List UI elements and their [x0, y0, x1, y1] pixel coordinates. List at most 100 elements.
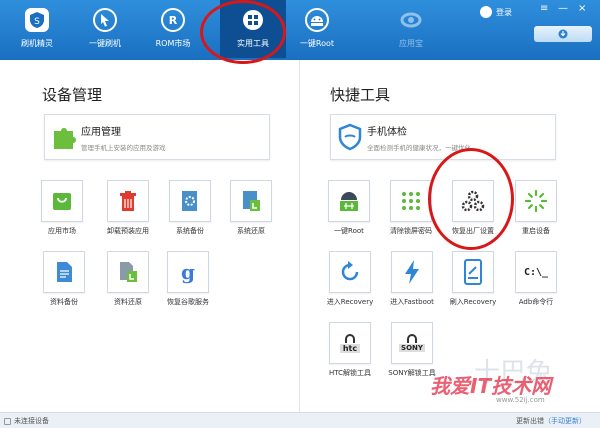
- grid-icon: [241, 8, 265, 32]
- terminal-icon: C:\_: [523, 266, 549, 278]
- android-root-icon: [340, 192, 358, 211]
- tile-system-restore[interactable]: 系统还原: [220, 180, 282, 236]
- system-backup-icon: [182, 191, 197, 211]
- status-bar: 未连接设备 更新出错（手动更新）: [0, 412, 600, 428]
- tile-label: 重启设备: [522, 227, 550, 235]
- android-icon: [305, 8, 329, 32]
- tile-label: 系统备份: [176, 227, 204, 235]
- lightning-icon: [405, 260, 419, 284]
- manual-update-link[interactable]: （手动更新）: [544, 417, 586, 425]
- nav-tab-label: 实用工具: [237, 39, 269, 48]
- device-status-text: 未连接设备: [14, 417, 49, 425]
- svg-text:g: g: [181, 260, 195, 284]
- htc-logo-icon: htc: [339, 343, 361, 353]
- document-restore-icon: [120, 262, 137, 282]
- tile-clear-lock-password[interactable]: 清除锁屏密码: [380, 180, 442, 236]
- shopping-bag-icon: [53, 193, 71, 210]
- card-subtitle: 全面检测手机的健康状况，一键优化: [367, 144, 471, 152]
- nav-tab-utilities[interactable]: 实用工具: [220, 0, 286, 58]
- tile-adb-command-line[interactable]: C:\_ Adb命令行: [505, 251, 567, 307]
- padlock-icon: [407, 334, 417, 343]
- refresh-icon: [341, 261, 359, 281]
- menu-icon[interactable]: ≡: [540, 4, 548, 14]
- nav-tab-rom-market[interactable]: R ROM市场: [140, 0, 206, 58]
- tile-enter-recovery[interactable]: 进入Recovery: [319, 251, 381, 307]
- nav-tab-shuaji-jingling[interactable]: S 刷机精灵: [4, 0, 70, 58]
- puzzle-icon: [54, 128, 76, 149]
- tile-label: 进入Recovery: [326, 298, 374, 306]
- tile-data-backup[interactable]: 资料备份: [33, 251, 95, 307]
- r-circle-icon: R: [161, 8, 185, 32]
- yingyongbao-icon: [399, 8, 423, 32]
- update-status-text: 更新出错: [516, 417, 544, 425]
- download-button[interactable]: [534, 26, 592, 42]
- phone-checkup-card[interactable]: 手机体检 全面检测手机的健康状况，一键优化: [330, 114, 556, 160]
- tile-data-restore[interactable]: 资料还原: [97, 251, 159, 307]
- tile-uninstall-preinstalled[interactable]: 卸载预装应用: [97, 180, 159, 236]
- nav-tab-yingyongbao[interactable]: 应用宝: [378, 0, 444, 58]
- section-title-device-management: 设备管理: [42, 86, 103, 104]
- tile-label: 资料备份: [50, 298, 78, 306]
- device-management-panel: [0, 60, 300, 412]
- app-management-card[interactable]: 应用管理 管理手机上安装的应用及游戏: [44, 114, 270, 160]
- tile-label: 卸载预装应用: [107, 227, 149, 235]
- tile-label: 应用市场: [48, 227, 76, 235]
- tile-label: 资料还原: [114, 298, 142, 306]
- document-icon: [57, 262, 72, 282]
- system-restore-icon: [243, 191, 260, 211]
- tile-reboot-device[interactable]: 重启设备: [505, 180, 567, 236]
- update-status: 更新出错（手动更新）: [516, 416, 586, 426]
- tile-label: 一键Root: [334, 227, 364, 235]
- tile-app-market[interactable]: 应用市场: [31, 180, 93, 236]
- card-title: 手机体检: [367, 127, 407, 138]
- tile-htc-unlock-tool[interactable]: htc HTC解锁工具: [319, 322, 381, 378]
- tile-restore-google-services[interactable]: g 恢复谷歌服务: [157, 251, 219, 307]
- tile-label: 清除锁屏密码: [390, 227, 432, 235]
- tile-label: SONY解锁工具: [388, 369, 436, 377]
- nav-tab-label: ROM市场: [155, 39, 191, 48]
- tile-flash-recovery[interactable]: 刷入Recovery: [442, 251, 504, 307]
- tile-label: 恢复出厂设置: [452, 227, 494, 235]
- nav-tab-one-click-root[interactable]: 一键Root: [284, 0, 350, 58]
- tile-label: 系统还原: [237, 227, 265, 235]
- device-status: 未连接设备: [4, 416, 49, 426]
- tile-enter-fastboot[interactable]: 进入Fastboot: [381, 251, 443, 307]
- tile-factory-reset[interactable]: 恢复出厂设置: [442, 180, 504, 236]
- user-avatar-icon: [480, 6, 492, 18]
- section-title-quick-tools: 快捷工具: [330, 86, 391, 104]
- shield-s-icon: S: [25, 8, 49, 32]
- loading-spinner-icon: [524, 189, 548, 213]
- tile-sony-unlock-tool[interactable]: SONY SONY解锁工具: [381, 322, 443, 378]
- close-icon[interactable]: ×: [578, 4, 586, 14]
- gears-icon: [461, 190, 485, 212]
- nav-tab-label: 一键Root: [299, 39, 335, 48]
- tile-one-click-root[interactable]: 一键Root: [318, 180, 380, 236]
- top-nav-bar: S 刷机精灵 一键刷机 R ROM市场 实用工具 一键Root 应用宝 登录 ≡…: [0, 0, 600, 60]
- tile-system-backup[interactable]: 系统备份: [159, 180, 221, 236]
- trash-icon: [120, 191, 136, 211]
- tile-label: HTC解锁工具: [328, 369, 372, 377]
- nav-tab-label: 应用宝: [399, 39, 423, 48]
- download-icon: [558, 29, 568, 39]
- sony-logo-icon: SONY: [399, 344, 425, 352]
- tile-label: 刷入Recovery: [449, 298, 497, 306]
- login-label: 登录: [496, 7, 512, 17]
- phone-flash-icon: [464, 259, 482, 285]
- svg-text:R: R: [169, 14, 178, 27]
- cursor-icon: [93, 8, 117, 32]
- pattern-lock-icon: [402, 192, 420, 210]
- tile-label: 进入Fastboot: [390, 298, 434, 306]
- card-subtitle: 管理手机上安装的应用及游戏: [81, 144, 166, 152]
- device-icon: [4, 417, 11, 425]
- tile-label: Adb命令行: [518, 298, 554, 306]
- nav-tab-label: 刷机精灵: [21, 39, 53, 48]
- google-icon: g: [181, 260, 195, 284]
- tile-label: 恢复谷歌服务: [167, 298, 209, 306]
- nav-tab-one-click-flash[interactable]: 一键刷机: [72, 0, 138, 58]
- card-title: 应用管理: [81, 127, 121, 138]
- shield-icon: [338, 123, 362, 151]
- login-button[interactable]: 登录: [480, 6, 512, 18]
- padlock-icon: [345, 333, 355, 343]
- svg-text:S: S: [34, 17, 40, 27]
- minimize-icon[interactable]: —: [558, 4, 568, 14]
